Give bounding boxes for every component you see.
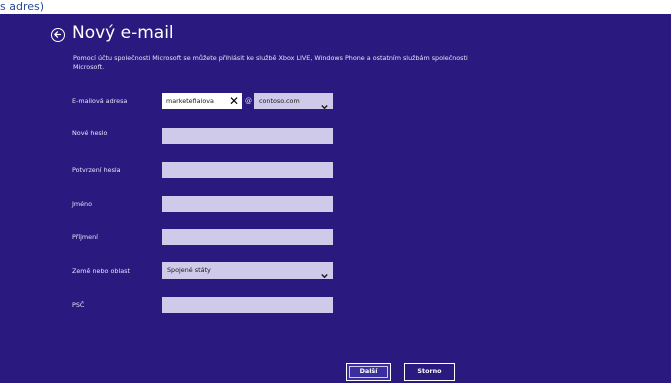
clear-icon[interactable]: ✕ [229,94,239,108]
email-domain-select[interactable]: contoso.com [254,93,333,110]
email-label: E-mailová adresa [72,97,128,105]
postal-code-label: PSČ [72,301,85,309]
email-domain-value: contoso.com [259,97,300,105]
last-name-label: Příjmení [72,233,98,241]
at-sign: @ [245,97,252,105]
country-value: Spojené státy [167,266,211,274]
last-name-input[interactable] [162,229,333,245]
email-username-value: marketefialova [166,97,214,105]
top-strip: s adres) [0,0,671,14]
page-title: Nový e-mail [72,23,174,43]
new-password-label: Nové heslo [72,129,108,137]
confirm-password-input[interactable] [162,162,333,178]
back-arrow-icon[interactable] [51,28,65,42]
new-password-input[interactable] [162,128,333,144]
first-name-input[interactable] [162,196,333,212]
next-button-focus-outline [349,366,388,378]
top-stub-text: s adres) [0,0,45,13]
cancel-button[interactable]: Storno [404,363,455,381]
first-name-label: Jméno [72,200,93,208]
page-description: Pomocí účtu společnosti Microsoft se můž… [73,54,468,71]
chevron-down-icon [321,265,328,284]
chevron-down-icon [321,96,328,115]
email-username-input[interactable]: marketefialova ✕ [162,93,242,109]
country-label: Země nebo oblast [72,267,130,275]
postal-code-input[interactable] [162,297,333,313]
country-select[interactable]: Spojené státy [162,262,333,279]
confirm-password-label: Potvrzení hesla [72,166,121,174]
